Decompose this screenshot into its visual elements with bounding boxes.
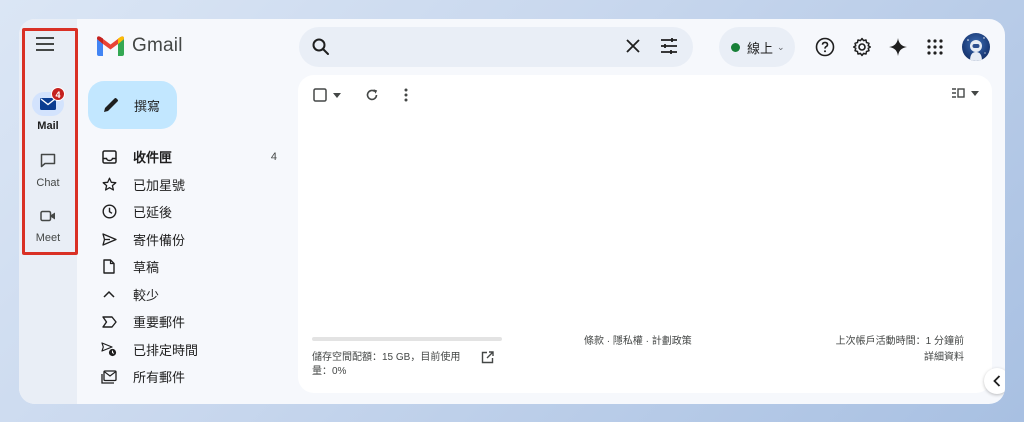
gear-icon	[852, 37, 872, 57]
manage-storage-link[interactable]	[481, 351, 494, 369]
search-options-button[interactable]	[659, 37, 679, 60]
scheduled-icon	[101, 342, 117, 356]
status-dropdown[interactable]: 線上 ⌄	[719, 27, 795, 67]
nav-item-drafts[interactable]: 草稿	[101, 253, 281, 281]
send-icon	[101, 233, 117, 246]
storage-quota: 儲存空間配額：15 GB，目前使用量：0%	[312, 337, 502, 379]
compose-button[interactable]: 撰寫	[88, 81, 177, 129]
search-button[interactable]	[311, 37, 331, 62]
nav-label: 重要郵件	[133, 315, 186, 331]
support-button[interactable]	[813, 35, 837, 59]
astronaut-avatar-icon	[967, 37, 986, 61]
chevron-up-icon	[103, 291, 115, 298]
clock-icon	[101, 204, 117, 219]
collapse-side-panel-button[interactable]	[984, 368, 1005, 394]
nav-label: 寄件備份	[133, 232, 186, 248]
last-activity-text: 上次帳戶活動時間：1 分鐘前	[835, 336, 964, 347]
nav-label: 已排定時間	[133, 342, 199, 358]
folder-nav: 收件匣 4 已加星號 已延後 寄件備份 草稿 較少 重要郵件 已排定時間 所有郵…	[101, 143, 281, 391]
refresh-icon	[366, 89, 378, 101]
activity-details-link[interactable]: 詳細資料	[836, 350, 964, 366]
all-mail-icon	[101, 370, 117, 384]
highlight-box	[22, 28, 78, 255]
nav-item-inbox[interactable]: 收件匣 4	[101, 143, 281, 171]
nav-item-less[interactable]: 較少	[101, 281, 281, 309]
chevron-left-icon	[993, 375, 1001, 387]
nav-item-snoozed[interactable]: 已延後	[101, 198, 281, 226]
nav-label: 所有郵件	[133, 370, 186, 386]
pencil-icon	[104, 98, 118, 112]
gmail-m-icon	[97, 36, 124, 56]
split-pane-toggle[interactable]	[951, 88, 979, 98]
nav-label: 已延後	[133, 205, 173, 221]
clear-search-button[interactable]	[625, 38, 641, 59]
quota-text: 儲存空間配額：15 GB，目前使用量：0%	[312, 352, 461, 377]
compose-label: 撰寫	[134, 98, 161, 114]
draft-icon	[103, 259, 115, 274]
message-list-panel: 儲存空間配額：15 GB，目前使用量：0% 條款 · 隱私權 · 計劃政策 上次…	[298, 75, 992, 393]
nav-item-all-mail[interactable]: 所有郵件	[101, 363, 281, 391]
sparkle-icon	[889, 38, 907, 56]
apps-grid-icon	[927, 39, 943, 55]
filter-sliders-icon	[661, 38, 677, 54]
select-all-checkbox[interactable]	[313, 88, 341, 102]
nav-label: 已加星號	[133, 177, 186, 193]
important-icon	[101, 316, 117, 328]
nav-label: 較少	[133, 287, 160, 303]
more-vert-icon	[404, 88, 408, 102]
nav-item-starred[interactable]: 已加星號	[101, 171, 281, 199]
policy-links[interactable]: 條款 · 隱私權 · 計劃政策	[584, 332, 692, 347]
open-external-icon	[481, 351, 494, 364]
apps-button[interactable]	[923, 35, 947, 59]
inbox-icon	[101, 150, 117, 164]
online-dot-icon	[731, 42, 740, 52]
quota-bar	[312, 337, 502, 341]
help-icon	[815, 37, 835, 57]
gemini-button[interactable]	[886, 35, 910, 59]
app-name: Gmail	[132, 35, 183, 56]
account-avatar[interactable]	[962, 33, 990, 61]
nav-item-sent[interactable]: 寄件備份	[101, 226, 281, 254]
gmail-logo[interactable]: Gmail	[97, 35, 183, 57]
checkbox-icon	[313, 88, 327, 102]
nav-item-scheduled[interactable]: 已排定時間	[101, 336, 281, 364]
search-icon	[312, 38, 329, 55]
app-rail: 4 Mail Chat Meet	[19, 19, 78, 404]
star-icon	[102, 177, 116, 191]
more-actions-button[interactable]	[404, 88, 408, 102]
caret-down-icon	[333, 92, 341, 98]
chevron-down-icon: ⌄	[777, 41, 785, 52]
refresh-button[interactable]	[365, 88, 379, 102]
status-label: 線上	[747, 40, 774, 56]
account-activity: 上次帳戶活動時間：1 分鐘前 詳細資料	[836, 334, 964, 366]
gmail-window: 4 Mail Chat Meet Gmail 線上 ⌄ 撰寫 收件匣 4 已加星…	[19, 19, 1005, 404]
close-icon	[626, 39, 640, 53]
split-pane-icon	[952, 88, 965, 98]
nav-label: 收件匣	[133, 150, 173, 166]
settings-button[interactable]	[850, 35, 874, 59]
caret-down-icon	[971, 90, 979, 96]
inbox-count: 4	[270, 150, 277, 163]
nav-label: 草稿	[133, 260, 160, 276]
nav-item-important[interactable]: 重要郵件	[101, 308, 281, 336]
search-bar[interactable]	[299, 27, 693, 67]
